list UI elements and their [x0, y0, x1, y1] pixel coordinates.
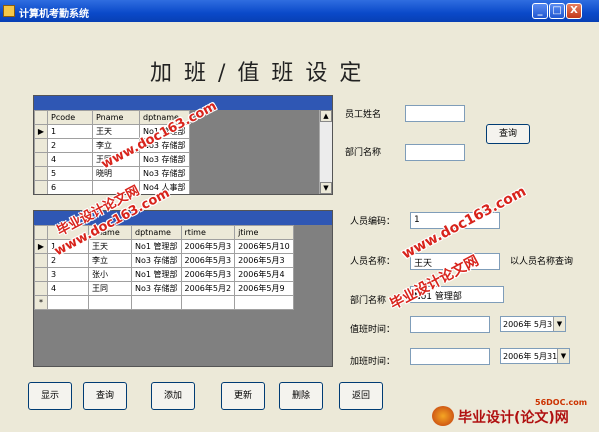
- overtime-input[interactable]: [410, 348, 490, 365]
- table-row[interactable]: 2 李立 No3 存储部 2006年5月3 2006年5月3: [34, 253, 294, 268]
- row-selector[interactable]: [34, 138, 48, 153]
- title-bar: 计算机考勤系统 _ □ X: [0, 0, 599, 22]
- dept-label: 部门名称: [350, 296, 387, 306]
- cell[interactable]: 4: [47, 281, 89, 296]
- dept-name-input[interactable]: [405, 144, 465, 161]
- cell[interactable]: No3 存储部: [131, 253, 182, 268]
- dept-name-label: 部门名称: [345, 148, 382, 158]
- cell[interactable]: [131, 295, 182, 310]
- table-row[interactable]: 2 李立 No3 存储部: [34, 138, 190, 153]
- maximize-button[interactable]: □: [549, 3, 565, 19]
- cell[interactable]: No1 管理部: [131, 267, 182, 282]
- cell[interactable]: 2: [47, 253, 89, 268]
- cell[interactable]: No1 管理部: [131, 239, 182, 254]
- cell[interactable]: 2006年5月10: [234, 239, 294, 254]
- vertical-scrollbar[interactable]: ▲ ▼: [319, 110, 332, 194]
- query-button[interactable]: 查询: [83, 382, 127, 410]
- new-row-marker: *: [34, 295, 48, 310]
- cell[interactable]: 王同: [88, 281, 132, 296]
- bottom-brand-text: 毕业设计(论文)网: [458, 410, 569, 426]
- cell[interactable]: [234, 295, 294, 310]
- close-button[interactable]: X: [566, 3, 582, 19]
- search-query-button[interactable]: 查询: [486, 124, 530, 144]
- duty-time-input[interactable]: [410, 316, 490, 333]
- cell[interactable]: 5: [47, 166, 93, 181]
- add-button[interactable]: 添加: [151, 382, 195, 410]
- window-title: 计算机考勤系统: [19, 9, 89, 20]
- app-icon: [3, 5, 15, 17]
- cell[interactable]: 6: [47, 180, 93, 194]
- minimize-button[interactable]: _: [532, 3, 548, 19]
- row-selector[interactable]: [34, 267, 48, 282]
- table-row[interactable]: 3 张小 No1 管理部 2006年5月3 2006年5月4: [34, 267, 294, 282]
- table-row[interactable]: 4 王同 No3 存储部 2006年5月2 2006年5月9: [34, 281, 294, 296]
- cell[interactable]: 2: [47, 138, 93, 153]
- column-header-dptname[interactable]: dptname: [131, 225, 182, 240]
- cell[interactable]: 2006年5月2: [180, 281, 236, 296]
- name-hint: 以人员名称查询: [510, 257, 574, 267]
- cell[interactable]: 1: [47, 124, 93, 139]
- cell[interactable]: 2006年5月3: [180, 253, 236, 268]
- current-row-marker: ▶: [34, 124, 48, 139]
- cell[interactable]: 2006年5月3: [180, 267, 236, 282]
- cell[interactable]: No3 存储部: [139, 166, 190, 181]
- row-selector[interactable]: [34, 152, 48, 167]
- current-row-marker: ▶: [34, 239, 48, 254]
- chevron-down-icon[interactable]: ▼: [557, 349, 569, 363]
- row-selector[interactable]: [34, 180, 48, 194]
- chevron-down-icon[interactable]: ▼: [553, 317, 565, 331]
- emp-name-input[interactable]: [405, 105, 465, 122]
- column-header-pname[interactable]: Pname: [92, 110, 140, 125]
- cell[interactable]: [88, 295, 132, 310]
- back-button[interactable]: 返回: [339, 382, 383, 410]
- overtime-label: 加班时间：: [350, 357, 396, 367]
- cell[interactable]: 2006年5月9: [234, 281, 294, 296]
- cell[interactable]: 王天: [88, 239, 132, 254]
- cell[interactable]: 王天: [92, 124, 140, 139]
- cell[interactable]: [47, 295, 89, 310]
- delete-button[interactable]: 删除: [279, 382, 323, 410]
- cell[interactable]: No3 存储部: [131, 281, 182, 296]
- cell[interactable]: 3: [47, 267, 89, 282]
- scroll-down-icon[interactable]: ▼: [320, 182, 332, 194]
- cell[interactable]: 4: [47, 152, 93, 167]
- overtime-date-value: 2006年 5月31日: [503, 352, 566, 361]
- update-button[interactable]: 更新: [221, 382, 265, 410]
- cell[interactable]: 李立: [88, 253, 132, 268]
- row-selector[interactable]: [34, 281, 48, 296]
- row-selector[interactable]: [34, 253, 48, 268]
- brand-logo-icon: [432, 406, 454, 426]
- row-selector[interactable]: [34, 166, 48, 181]
- name-label: 人员名称：: [350, 257, 396, 267]
- scroll-up-icon[interactable]: ▲: [320, 110, 332, 122]
- show-button[interactable]: 显示: [28, 382, 72, 410]
- column-header-jtime[interactable]: jtime: [234, 225, 294, 240]
- cell[interactable]: 晓明: [92, 166, 140, 181]
- cell[interactable]: [180, 295, 236, 310]
- code-label: 人员编码：: [350, 217, 396, 227]
- grid-caption-bar: [34, 96, 332, 110]
- employee-grid[interactable]: Pcode Pname dptname ▶ 1 王天 No1 管理部 2 李立 No3 存…: [33, 95, 333, 195]
- overtime-date-picker[interactable]: 2006年 5月31日 ▼: [500, 348, 570, 364]
- cell[interactable]: 张小: [88, 267, 132, 282]
- cell[interactable]: 2006年5月3: [234, 253, 294, 268]
- cell[interactable]: No3 存储部: [139, 152, 190, 167]
- row-selector-header: [34, 225, 48, 240]
- emp-name-label: 员工姓名: [345, 110, 382, 120]
- duty-time-label: 值班时间：: [350, 325, 396, 335]
- cell[interactable]: 2006年5月4: [234, 267, 294, 282]
- new-row[interactable]: *: [34, 295, 294, 310]
- column-header-rtime[interactable]: rtime: [180, 225, 236, 240]
- page-title: 加班/值班设定: [150, 61, 374, 86]
- column-header-pcode[interactable]: Pcode: [47, 110, 93, 125]
- row-selector-header: [34, 110, 48, 125]
- duty-date-picker[interactable]: 2006年 5月31日 ▼: [500, 316, 566, 332]
- app-window: 计算机考勤系统 _ □ X 加班/值班设定 Pcode Pname dptnam…: [0, 0, 599, 432]
- cell[interactable]: 2006年5月3: [180, 239, 236, 254]
- bottom-brand-watermark: 毕业设计(论文)网: [432, 404, 597, 428]
